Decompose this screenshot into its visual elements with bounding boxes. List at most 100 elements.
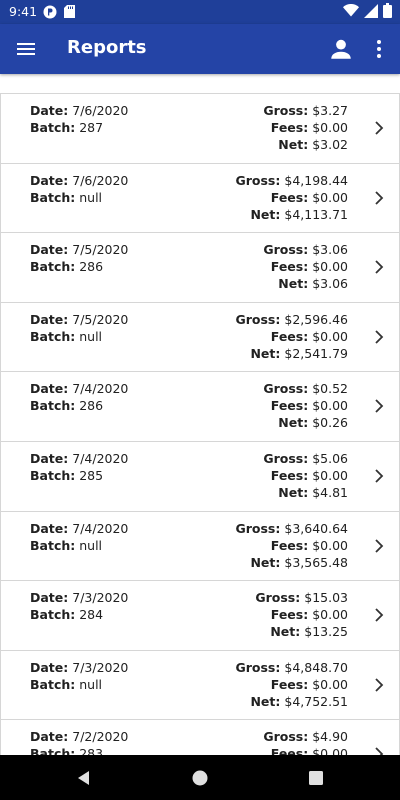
fees-label: Fees: [270, 676, 309, 692]
report-row[interactable]: Date: 7/6/2020 Batch: null Gross: $4,198… [0, 162, 400, 233]
report-fees: $0.00 [312, 398, 348, 414]
report-gross: $0.52 [312, 381, 348, 397]
date-label: Date: [30, 450, 69, 466]
system-nav-bar [0, 755, 400, 800]
report-date: 7/5/2020 [72, 311, 129, 327]
net-label: Net: [250, 206, 281, 222]
fees-label: Fees: [270, 537, 309, 553]
report-row[interactable]: Date: 7/5/2020 Batch: null Gross: $2,596… [0, 301, 400, 372]
batch-label: Batch: [30, 259, 76, 275]
net-label: Net: [270, 624, 301, 640]
nav-back-icon[interactable] [74, 768, 94, 788]
report-net: $2,541.79 [284, 345, 348, 361]
gross-label: Gross: [263, 242, 309, 258]
report-row[interactable]: Date: 7/4/2020 Batch: 285 Gross: $5.06 F… [0, 440, 400, 511]
batch-label: Batch: [30, 746, 76, 755]
report-left: Date: 7/3/2020 Batch: 284 [30, 589, 128, 623]
report-gross: $5.06 [312, 450, 348, 466]
report-right: Gross: $5.06 Fees: $0.00 Net: $4.81 [263, 450, 348, 501]
chevron-right-icon[interactable] [373, 329, 385, 345]
chevron-right-icon[interactable] [373, 468, 385, 484]
report-net: $3.02 [312, 137, 348, 152]
account-icon[interactable] [328, 36, 354, 62]
report-fees: $0.00 [312, 189, 348, 205]
gross-label: Gross: [263, 381, 309, 397]
report-row[interactable]: Date: 7/3/2020 Batch: null Gross: $4,848… [0, 649, 400, 720]
chevron-right-icon[interactable] [373, 538, 385, 554]
nav-home-icon[interactable] [190, 768, 210, 788]
status-bar: 9:41 [0, 0, 400, 24]
app-notification-icon [43, 5, 57, 22]
battery-icon [383, 3, 392, 21]
date-label: Date: [30, 590, 69, 606]
report-row[interactable]: Date: 7/6/2020 Batch: 287 Gross: $3.27 F… [0, 93, 400, 163]
fees-label: Fees: [270, 398, 309, 414]
fees-label: Fees: [270, 467, 309, 483]
date-label: Date: [30, 242, 69, 258]
more-vert-icon[interactable] [369, 36, 389, 62]
report-gross: $3,640.64 [284, 520, 348, 536]
reports-list[interactable]: Date: 7/6/2020 Batch: 287 Gross: $3.27 F… [0, 93, 400, 755]
report-batch: null [79, 189, 103, 205]
report-batch: 285 [79, 467, 104, 483]
menu-icon[interactable] [14, 37, 38, 61]
report-net: $3,565.48 [284, 554, 348, 570]
date-label: Date: [30, 520, 69, 536]
fees-label: Fees: [270, 328, 309, 344]
report-fees: $0.00 [312, 537, 348, 553]
chevron-right-icon[interactable] [373, 746, 385, 755]
report-row[interactable]: Date: 7/4/2020 Batch: null Gross: $3,640… [0, 510, 400, 581]
net-label: Net: [278, 415, 309, 431]
fees-label: Fees: [270, 189, 309, 205]
batch-label: Batch: [30, 676, 76, 692]
net-label: Net: [278, 484, 309, 500]
report-row[interactable]: Date: 7/4/2020 Batch: 286 Gross: $0.52 F… [0, 371, 400, 441]
report-gross: $2,596.46 [284, 311, 348, 327]
batch-label: Batch: [30, 398, 76, 414]
chevron-right-icon[interactable] [373, 120, 385, 136]
report-left: Date: 7/5/2020 Batch: 286 [30, 241, 128, 275]
gross-label: Gross: [263, 103, 309, 118]
report-date: 7/4/2020 [72, 381, 129, 397]
chevron-right-icon[interactable] [373, 677, 385, 693]
report-gross: $15.03 [304, 590, 348, 606]
report-date: 7/6/2020 [72, 172, 129, 188]
gross-label: Gross: [263, 450, 309, 466]
nav-recents-icon[interactable] [306, 768, 326, 788]
date-label: Date: [30, 729, 69, 745]
report-date: 7/2/2020 [72, 729, 129, 745]
report-left: Date: 7/6/2020 Batch: null [30, 172, 128, 206]
date-label: Date: [30, 659, 69, 675]
report-date: 7/3/2020 [72, 659, 129, 675]
report-row[interactable]: Date: 7/5/2020 Batch: 286 Gross: $3.06 F… [0, 232, 400, 302]
date-label: Date: [30, 311, 69, 327]
batch-label: Batch: [30, 189, 76, 205]
gross-label: Gross: [235, 520, 281, 536]
batch-label: Batch: [30, 537, 76, 553]
report-net: $0.26 [312, 415, 348, 431]
sd-card-icon [64, 5, 75, 21]
report-gross: $4,848.70 [284, 659, 348, 675]
date-label: Date: [30, 103, 69, 118]
report-fees: $0.00 [312, 259, 348, 275]
fees-label: Fees: [270, 120, 309, 135]
net-label: Net: [250, 554, 281, 570]
report-left: Date: 7/3/2020 Batch: null [30, 659, 128, 693]
status-time: 9:41 [9, 4, 38, 19]
report-row[interactable]: Date: 7/2/2020 Batch: 283 Gross: $4.90 F… [0, 719, 400, 755]
fees-label: Fees: [270, 746, 309, 755]
report-gross: $4,198.44 [284, 172, 348, 188]
report-fees: $0.00 [312, 607, 348, 623]
report-date: 7/3/2020 [72, 590, 129, 606]
chevron-right-icon[interactable] [373, 607, 385, 623]
date-label: Date: [30, 381, 69, 397]
chevron-right-icon[interactable] [373, 190, 385, 206]
page-title: Reports [67, 37, 147, 58]
fees-label: Fees: [270, 607, 309, 623]
report-row[interactable]: Date: 7/3/2020 Batch: 284 Gross: $15.03 … [0, 580, 400, 650]
chevron-right-icon[interactable] [373, 259, 385, 275]
report-date: 7/6/2020 [72, 103, 129, 118]
report-left: Date: 7/4/2020 Batch: 285 [30, 450, 128, 484]
chevron-right-icon[interactable] [373, 398, 385, 414]
report-batch: 286 [79, 259, 104, 275]
